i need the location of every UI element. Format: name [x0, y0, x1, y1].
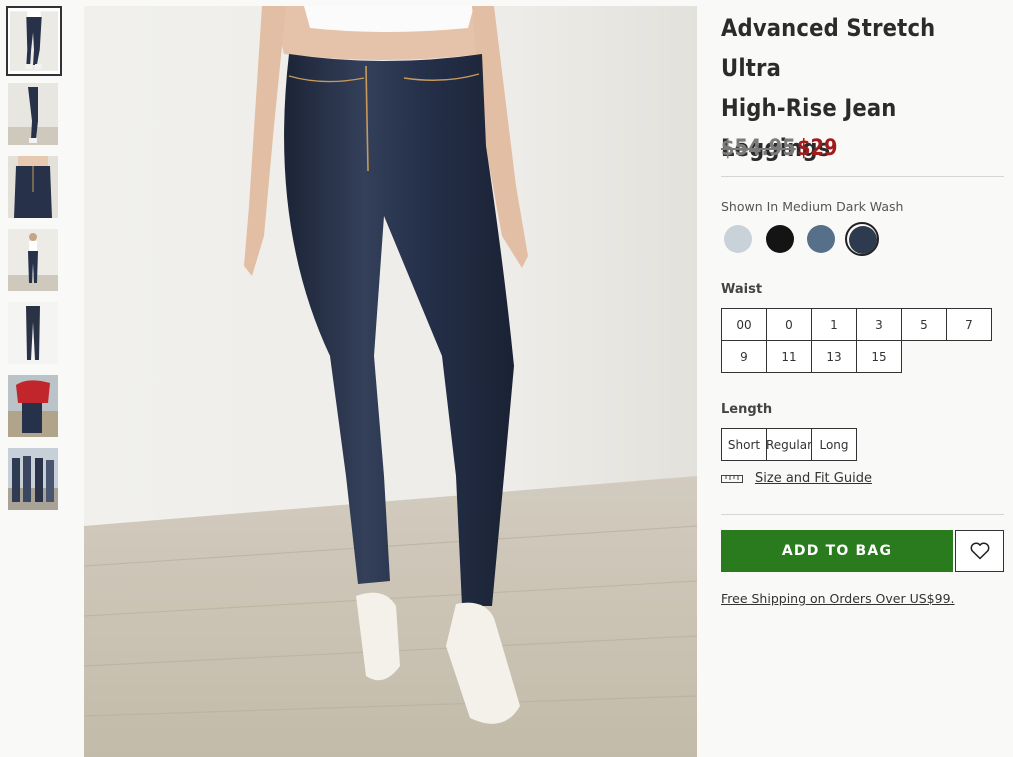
- medium-dark-wash-swatch[interactable]: [845, 222, 879, 256]
- thumbnail-full-body[interactable]: [8, 229, 58, 291]
- product-main-image: [84, 6, 697, 757]
- waist-size-1[interactable]: 1: [811, 308, 857, 341]
- waist-size-11[interactable]: 11: [766, 340, 812, 373]
- thumbnail-waist-closeup[interactable]: [8, 156, 58, 218]
- thumbnail-group-lifestyle[interactable]: [8, 448, 58, 510]
- waist-size-7[interactable]: 7: [946, 308, 992, 341]
- divider: [721, 514, 1004, 515]
- product-title-line-2: High-Rise Jean: [721, 94, 897, 122]
- size-guide-link[interactable]: Size and Fit Guide: [755, 471, 872, 486]
- product-details: Advanced Stretch Ultra High-Rise Jean Le…: [721, 8, 1004, 606]
- price-original: $54.95: [721, 136, 796, 161]
- length-regular[interactable]: Regular: [766, 428, 812, 461]
- length-long[interactable]: Long: [811, 428, 857, 461]
- thumbnail-side-view[interactable]: [8, 83, 58, 145]
- waist-label: Waist: [721, 282, 763, 297]
- light-wash-swatch[interactable]: [721, 222, 755, 256]
- medium-wash-swatch[interactable]: [804, 222, 838, 256]
- color-label: Shown In Medium Dark Wash: [721, 199, 904, 214]
- waist-size-5[interactable]: 5: [901, 308, 947, 341]
- waist-size-0[interactable]: 0: [766, 308, 812, 341]
- product-title-line-1: Advanced Stretch Ultra: [721, 14, 936, 82]
- add-to-bag-button[interactable]: ADD TO BAG: [721, 530, 953, 572]
- thumbnail-flat-lay[interactable]: [8, 302, 58, 364]
- free-shipping-link[interactable]: Free Shipping on Orders Over US$99.: [721, 591, 955, 606]
- waist-size-3[interactable]: 3: [856, 308, 902, 341]
- divider: [721, 176, 1004, 177]
- heart-icon: [970, 542, 989, 560]
- waist-size-15[interactable]: 15: [856, 340, 902, 373]
- wishlist-button[interactable]: [955, 530, 1004, 572]
- ruler-icon: [721, 474, 743, 483]
- waist-size-13[interactable]: 13: [811, 340, 857, 373]
- price-sale: $29: [797, 136, 838, 161]
- thumbnail-front-view[interactable]: [6, 6, 62, 76]
- length-label: Length: [721, 402, 773, 417]
- size-guide: Size and Fit Guide: [721, 471, 872, 486]
- thumbnail-lifestyle-red-sweater[interactable]: [8, 375, 58, 437]
- length-short[interactable]: Short: [721, 428, 767, 461]
- black-swatch[interactable]: [763, 222, 797, 256]
- waist-size-00[interactable]: 00: [721, 308, 767, 341]
- waist-size-9[interactable]: 9: [721, 340, 767, 373]
- price-row: $54.95 $29: [721, 136, 837, 170]
